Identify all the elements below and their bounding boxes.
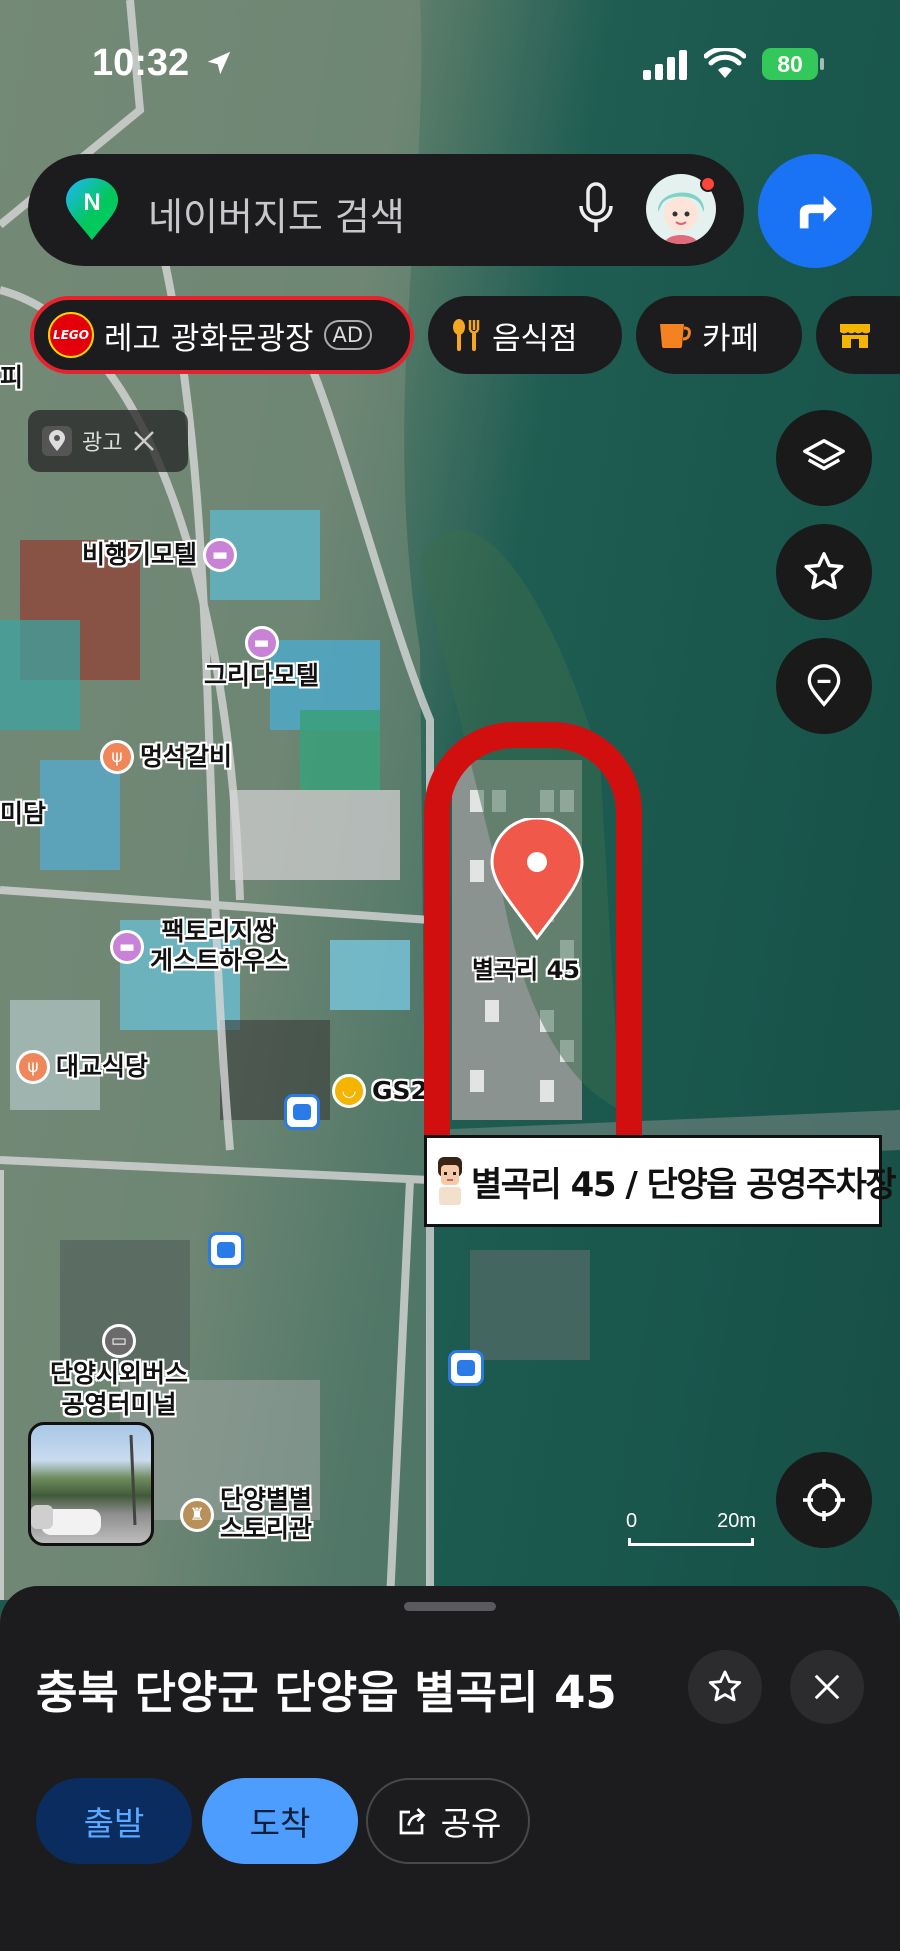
arrive-label: 도착 — [249, 1804, 311, 1843]
close-icon — [814, 1674, 840, 1700]
svg-text:N: N — [83, 189, 100, 216]
scale-start: 0 — [626, 1510, 638, 1532]
bus-stop-icon[interactable] — [284, 1094, 320, 1130]
battery-cap — [820, 58, 824, 70]
share-label: 공유 — [440, 1804, 502, 1843]
poi-label-line2: 공영터미널 — [61, 1389, 177, 1419]
naver-map-logo-icon: N — [66, 178, 118, 240]
store-icon — [840, 324, 870, 348]
basket-icon: ◡ — [332, 1074, 366, 1108]
fork-knife-icon: ψ — [100, 740, 134, 774]
share-button[interactable]: 공유 — [366, 1778, 530, 1864]
poi-byeolbyeol-story[interactable]: ♜ 단양별별 스토리관 — [180, 1485, 313, 1544]
microphone-icon[interactable] — [576, 182, 616, 238]
poi-label: 멍석갈비 — [140, 741, 233, 771]
place-address: 충북 단양군 단양읍 별곡리 45 — [36, 1666, 617, 1719]
poi-label: 대교식당 — [56, 1051, 149, 1081]
star-icon — [708, 1670, 742, 1702]
layers-button[interactable] — [776, 410, 872, 506]
sheet-drag-handle[interactable] — [404, 1602, 496, 1611]
battery-indicator: 80 — [762, 48, 818, 80]
poi-label: 미담 — [0, 799, 47, 828]
bed-icon: ▬ — [244, 626, 279, 660]
close-icon[interactable] — [132, 429, 156, 453]
lego-logo: LEGO — [48, 312, 94, 358]
poi-bihaenggi-motel[interactable]: 비행기모텔 ▬ — [82, 538, 238, 572]
poi-edge-dam[interactable]: 미담 — [0, 799, 47, 829]
scale-end: 20m — [717, 1510, 756, 1532]
depart-button[interactable]: 출발 — [36, 1778, 192, 1864]
fork-knife-icon — [453, 319, 480, 351]
poi-label-line1: 단양시외버스 — [50, 1359, 189, 1388]
bed-icon: ▬ — [203, 538, 238, 572]
ad-notice[interactable]: 광고 — [28, 410, 188, 472]
ad-chip-label: 레고 광화문광장 — [104, 320, 314, 357]
share-icon — [399, 1808, 426, 1835]
status-bar: 10:32 80 — [0, 0, 900, 130]
poi-meongseok-galbi[interactable]: ψ 멍석갈비 — [100, 740, 232, 774]
poi-daegyo-restaurant[interactable]: ψ 대교식당 — [16, 1050, 148, 1084]
museum-icon: ♜ — [180, 1497, 214, 1532]
chip-cafe[interactable]: 카페 — [636, 296, 802, 374]
cellular-signal-icon — [643, 50, 687, 80]
ad-chip-lego[interactable]: LEGO 레고 광화문광장 AD — [30, 296, 414, 374]
search-bar[interactable]: N 네이버지도 검색 — [28, 154, 744, 266]
map-pin-square-icon — [42, 426, 72, 456]
current-location-button[interactable] — [776, 1452, 872, 1548]
poi-label-line2: 스토리관 — [220, 1513, 313, 1543]
street-view-thumbnail[interactable] — [28, 1422, 154, 1546]
bus-stop-icon[interactable] — [448, 1350, 484, 1386]
map-scale: 0 20m — [626, 1510, 756, 1554]
pin-minus-icon — [807, 664, 841, 707]
arrive-button[interactable]: 도착 — [202, 1778, 358, 1864]
bed-icon: ▬ — [110, 929, 144, 964]
map-view[interactable]: 10:32 80 N 네이버지도 검색 LEGO 레고 광화문광장 AD 음식점… — [0, 0, 900, 1600]
wifi-icon — [704, 48, 746, 78]
poi-edge-left[interactable]: 피 — [0, 363, 24, 393]
poi-label: GS2 — [372, 1075, 428, 1105]
location-arrow-icon — [207, 51, 231, 75]
poi-label-line2: 게스트하우스 — [150, 945, 289, 975]
marker-label: 별곡리 45 — [472, 956, 580, 984]
pin-remove-button[interactable] — [776, 638, 872, 734]
poi-danyang-bus-terminal[interactable]: ▭ 단양시외버스 공영터미널 — [50, 1324, 188, 1420]
chip-store[interactable] — [816, 296, 900, 374]
poi-label-line1: 단양별별 — [220, 1485, 313, 1514]
directions-button[interactable] — [758, 154, 872, 268]
clock: 10:32 — [92, 42, 190, 84]
bus-stop-icon[interactable] — [208, 1232, 244, 1268]
caption-text: 별곡리 45 / 단양읍 공영주차장 — [471, 1164, 897, 1205]
chip-restaurant[interactable]: 음식점 — [428, 296, 622, 374]
fork-knife-icon: ψ — [16, 1050, 50, 1084]
chip-cafe-label: 카페 — [702, 320, 760, 357]
poi-gs-store[interactable]: ◡ GS2 — [332, 1074, 428, 1108]
poi-label: 비행기모텔 — [82, 539, 198, 569]
save-place-button[interactable] — [688, 1650, 762, 1724]
favorites-button[interactable] — [776, 524, 872, 620]
layers-icon — [803, 439, 845, 471]
coffee-cup-icon — [660, 324, 691, 348]
scale-bar — [628, 1538, 754, 1546]
poi-label: 피 — [0, 363, 24, 392]
caption-box: 별곡리 45 / 단양읍 공영주차장 — [424, 1135, 897, 1227]
close-sheet-button[interactable] — [790, 1650, 864, 1724]
search-input[interactable]: 네이버지도 검색 — [148, 186, 405, 241]
turn-right-arrow-icon — [799, 195, 837, 229]
bus-terminal-icon: ▭ — [102, 1324, 136, 1358]
location-marker-icon[interactable] — [490, 818, 584, 942]
notification-dot — [700, 176, 716, 192]
poi-label-line1: 팩토리지쌍 — [161, 917, 277, 946]
place-bottom-sheet[interactable]: 충북 단양군 단양읍 별곡리 45 출발 도착 공유 — [0, 1586, 900, 1951]
chip-restaurant-label: 음식점 — [492, 320, 578, 357]
crosshair-icon — [803, 1479, 845, 1521]
star-icon — [804, 552, 844, 590]
poi-factory-guesthouse[interactable]: ▬ 팩토리지쌍 게스트하우스 — [110, 917, 289, 976]
depart-label: 출발 — [83, 1804, 145, 1843]
ad-notice-label: 광고 — [82, 431, 123, 456]
person-emoji-icon — [438, 1157, 462, 1205]
poi-grida-motel[interactable]: ▬ 그리다모텔 — [204, 626, 319, 691]
ad-badge: AD — [323, 320, 373, 350]
poi-label: 그리다모텔 — [204, 661, 320, 690]
